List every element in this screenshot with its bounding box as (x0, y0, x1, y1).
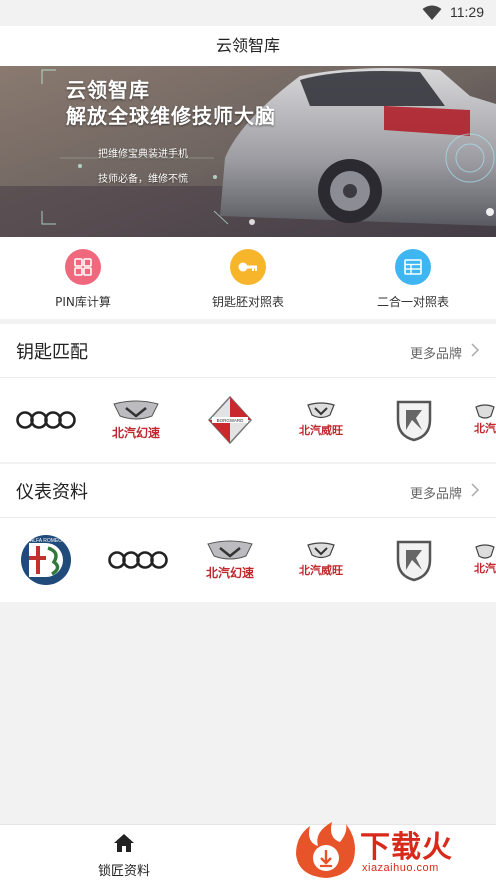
chevron-right-icon[interactable] (470, 343, 480, 357)
more-brands-link[interactable]: 更多品牌 (410, 343, 462, 362)
key-match-section: 钥匙匹配 更多品牌 北汽幻速 BORGWARD 北汽威旺 北汽 (0, 324, 496, 462)
brand-name: 北汽 (474, 422, 496, 435)
two-in-one-table-button[interactable]: 二合一对照表 (343, 249, 483, 310)
brand-name: 北汽 (474, 562, 496, 575)
dashboard-brand-list: ALFA ROMEO 北汽幻速 北汽威旺 北汽 (0, 518, 496, 602)
pin-calc-button[interactable]: PIN库计算 (13, 249, 153, 310)
key-blank-table-button[interactable]: 钥匙胚对照表 (178, 249, 318, 310)
banner-title: 云领智库 (66, 78, 150, 102)
quick-actions: PIN库计算 钥匙胚对照表 二合一对照表 (0, 237, 496, 319)
alfa-romeo-logo[interactable]: ALFA ROMEO (12, 518, 80, 602)
two-in-one-table-label: 二合一对照表 (376, 295, 449, 309)
status-bar: 11:29 (0, 0, 496, 26)
chevron-right-icon[interactable] (470, 483, 480, 497)
baic-logo[interactable] (384, 518, 444, 602)
dashboard-section: 仪表资料 更多品牌 ALFA ROMEO 北汽幻速 北汽威旺 北汽 (0, 464, 496, 602)
table-icon (395, 249, 431, 285)
app-title: 云领智库 (0, 26, 496, 66)
tab-label: 锁匠资料 (97, 864, 150, 879)
key-match-brand-list: 北汽幻速 BORGWARD 北汽威旺 北汽 (0, 378, 496, 462)
flame-logo-icon (296, 822, 355, 878)
baic-logo-partial[interactable]: 北汽 (474, 378, 496, 462)
section-title: 仪表资料 (16, 482, 88, 503)
brand-name: 北汽幻速 (111, 425, 160, 440)
audi-logo[interactable] (104, 518, 172, 602)
beiqi-weiwang-logo[interactable]: 北汽威旺 (286, 378, 356, 462)
section-title: 钥匙匹配 (16, 342, 88, 363)
tab-locksmith-data[interactable]: 锁匠资料 (64, 833, 184, 879)
audi-logo[interactable] (12, 378, 80, 462)
beiqi-huansu-logo[interactable]: 北汽幻速 (100, 378, 172, 462)
brand-name: ALFA ROMEO (30, 538, 62, 544)
promo-banner[interactable]: 云领智库 解放全球维修技师大脑 把维修宝典装进手机 技师必备，维修不慌 (0, 66, 496, 237)
pin-calc-label: PIN库计算 (55, 295, 111, 309)
brand-name: 北汽幻速 (205, 565, 254, 580)
beiqi-huansu-logo[interactable]: 北汽幻速 (194, 518, 266, 602)
brand-name: 北汽威旺 (299, 564, 343, 577)
wifi-icon (422, 5, 442, 20)
brand-name: BORGWARD (217, 418, 245, 423)
key-match-header: 钥匙匹配 更多品牌 (0, 324, 496, 378)
watermark: 下载火 xiazaihuo.com (292, 818, 496, 882)
calculator-icon (65, 249, 101, 285)
watermark-text: 下载火 (360, 830, 453, 865)
banner-line2: 技师必备，维修不慌 (98, 174, 188, 185)
more-brands-link[interactable]: 更多品牌 (410, 483, 462, 502)
borgward-logo[interactable]: BORGWARD (196, 378, 264, 462)
key-blank-table-label: 钥匙胚对照表 (211, 295, 284, 309)
baic-logo[interactable] (384, 378, 444, 462)
banner-line1: 把维修宝典装进手机 (98, 149, 188, 160)
status-time: 11:29 (450, 4, 484, 20)
watermark-url: xiazaihuo.com (362, 862, 439, 874)
beiqi-weiwang-logo[interactable]: 北汽威旺 (286, 518, 356, 602)
home-icon (114, 834, 134, 852)
dashboard-header: 仪表资料 更多品牌 (0, 464, 496, 518)
key-icon (230, 249, 266, 285)
banner-subtitle: 解放全球维修技师大脑 (66, 104, 276, 128)
baic-logo-partial[interactable]: 北汽 (474, 518, 496, 602)
brand-name: 北汽威旺 (299, 424, 343, 437)
